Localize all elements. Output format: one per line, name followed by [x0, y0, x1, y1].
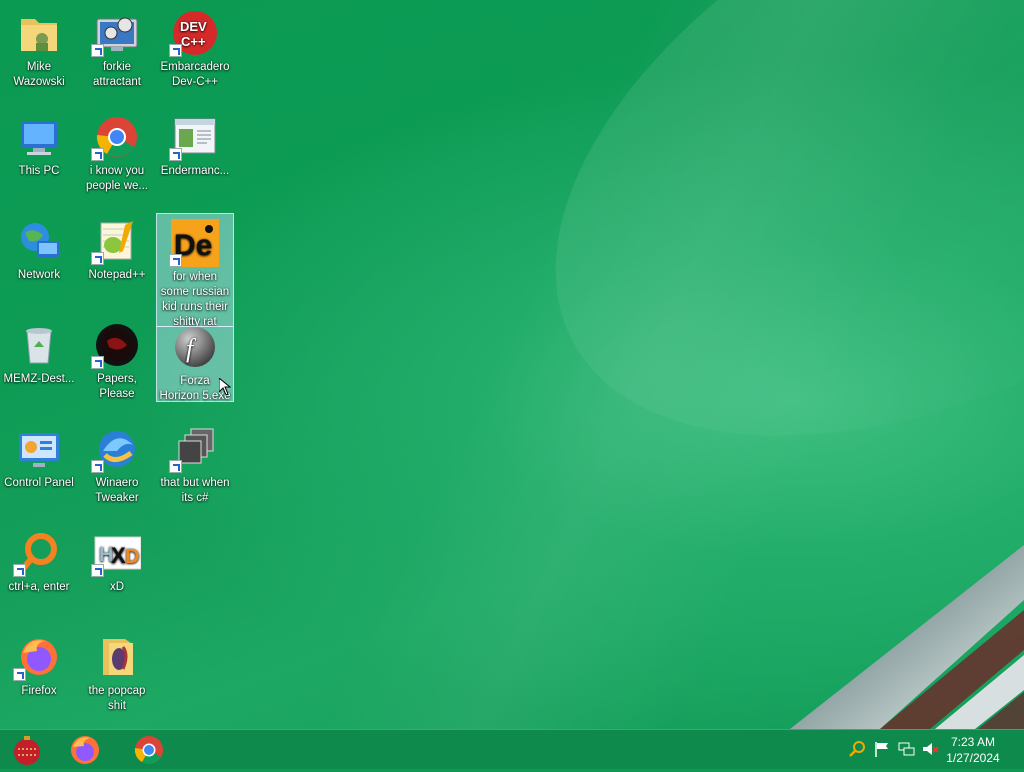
folder-icon	[93, 633, 141, 681]
svg-text:D: D	[125, 546, 139, 568]
shortcut-arrow-icon	[91, 252, 104, 265]
window-app-icon	[169, 113, 219, 161]
icon-label: i know you people we...	[85, 165, 148, 192]
shortcut-arrow-icon	[169, 254, 182, 267]
icon-label: Notepad++	[88, 269, 146, 281]
shortcut-arrow-icon	[13, 668, 26, 681]
control-panel-icon	[15, 425, 63, 473]
computer-icon	[15, 113, 63, 161]
network-icon	[898, 742, 915, 756]
tray-network[interactable]	[897, 740, 915, 758]
papers-please-icon	[91, 321, 141, 369]
folder-icon	[15, 9, 63, 57]
desktop-icon-firefox[interactable]: Firefox	[0, 628, 78, 728]
start-button[interactable]	[10, 733, 44, 767]
chrome-icon	[91, 113, 141, 161]
winaero-icon	[91, 425, 141, 473]
desktop-icon-popcap-folder[interactable]: the popcap shit	[78, 628, 156, 728]
ornament-start-icon	[14, 736, 40, 765]
icon-label: This PC	[18, 165, 60, 177]
svg-text:X: X	[111, 543, 126, 568]
desktop-icon-mike-wazowski[interactable]: Mike Wazowski	[0, 4, 78, 104]
devcpp-icon: DEV C++	[169, 9, 219, 57]
volume-muted-icon	[923, 743, 939, 755]
icon-label: Mike Wazowski	[13, 61, 65, 88]
desktop-icon-notepadpp[interactable]: Notepad++	[78, 212, 156, 312]
shortcut-arrow-icon	[91, 44, 104, 57]
recycle-bin-icon	[15, 321, 63, 369]
de-app-icon: De	[169, 219, 219, 267]
taskbar-chrome-button[interactable]	[132, 733, 166, 767]
shortcut-arrow-icon	[169, 460, 182, 473]
desktop-icon-forkie-attractant[interactable]: forkie attractant	[78, 4, 156, 104]
network-globe-icon	[15, 217, 63, 265]
icon-label: Endermanc...	[160, 165, 230, 177]
desktop-icon-winaero-tweaker[interactable]: Winaero Tweaker	[78, 420, 156, 520]
icon-label: for when some russian kid runs their shi…	[160, 271, 230, 328]
desktop-icon-devcpp[interactable]: DEV C++ Embarcadero Dev-C++	[156, 4, 234, 104]
desktop-icon-memz[interactable]: MEMZ-Dest...	[0, 316, 78, 416]
flag-icon	[875, 742, 888, 757]
icon-label: ctrl+a, enter	[8, 581, 70, 593]
desktop-icon-ctrl-a-enter[interactable]: ctrl+a, enter	[0, 524, 78, 624]
shortcut-arrow-icon	[91, 356, 104, 369]
notepadpp-icon	[91, 217, 141, 265]
icon-label: xD	[109, 581, 125, 593]
desktop-icon-this-pc[interactable]: This PC	[0, 108, 78, 208]
desktop-icon-network[interactable]: Network	[0, 212, 78, 312]
icon-label: Papers, Please	[97, 373, 137, 400]
mouse-cursor-icon	[219, 378, 231, 396]
svg-text:C++: C++	[181, 34, 206, 49]
shortcut-arrow-icon	[169, 44, 182, 57]
desktop-icon-hxd[interactable]: HXD xD	[78, 524, 156, 624]
desktop-icon-control-panel[interactable]: Control Panel	[0, 420, 78, 520]
desktop-background[interactable]: Mike Wazowski This PC Network MEMZ-Dest.…	[0, 0, 1024, 729]
desktop-icon-endermanch[interactable]: Endermanc...	[156, 108, 234, 208]
clock-date: 1/27/2024	[946, 751, 1000, 765]
shortcut-arrow-icon	[91, 564, 104, 577]
icon-label: that but when its c#	[160, 477, 230, 504]
desktop-icon-csharp[interactable]: that but when its c#	[156, 420, 234, 520]
icon-label: Embarcadero Dev-C++	[160, 61, 230, 88]
clock-time: 7:23 AM	[950, 735, 996, 749]
hxd-icon: HXD	[91, 529, 142, 577]
firefox-icon	[71, 736, 99, 764]
icon-label: the popcap shit	[88, 685, 146, 712]
taskbar-firefox-button[interactable]	[68, 733, 102, 767]
icon-label: Network	[17, 269, 61, 281]
shortcut-arrow-icon	[91, 460, 104, 473]
desktop-icon-de-app[interactable]: De for when some russian kid runs their …	[156, 213, 234, 328]
shortcut-arrow-icon	[91, 148, 104, 161]
desktop-icon-chrome[interactable]: i know you people we...	[78, 108, 156, 208]
stacked-windows-icon	[169, 425, 219, 473]
gear-monitor-icon	[91, 9, 141, 57]
shortcut-arrow-icon	[13, 564, 26, 577]
taskbar-clock[interactable]: 7:23 AM 1/27/2024	[938, 734, 1008, 766]
firefox-icon	[13, 633, 63, 681]
icon-label: Firefox	[21, 685, 57, 697]
flash-icon: f	[171, 327, 219, 375]
desktop-icon-papers-please[interactable]: Papers, Please	[78, 316, 156, 416]
taskbar: 7:23 AM 1/27/2024	[0, 729, 1024, 769]
orange-ring-icon	[13, 529, 63, 577]
tray-volume[interactable]	[921, 740, 939, 758]
tray-search[interactable]	[849, 740, 867, 758]
shortcut-arrow-icon	[169, 148, 182, 161]
svg-text:DEV: DEV	[180, 19, 207, 34]
icon-label: Winaero Tweaker	[95, 477, 139, 504]
chrome-icon	[134, 736, 163, 764]
icon-label: forkie attractant	[93, 61, 141, 88]
magnifier-icon	[849, 741, 865, 757]
tray-action-center[interactable]	[873, 740, 891, 758]
icon-label: MEMZ-Dest...	[3, 373, 75, 385]
icon-label: Control Panel	[4, 477, 74, 489]
